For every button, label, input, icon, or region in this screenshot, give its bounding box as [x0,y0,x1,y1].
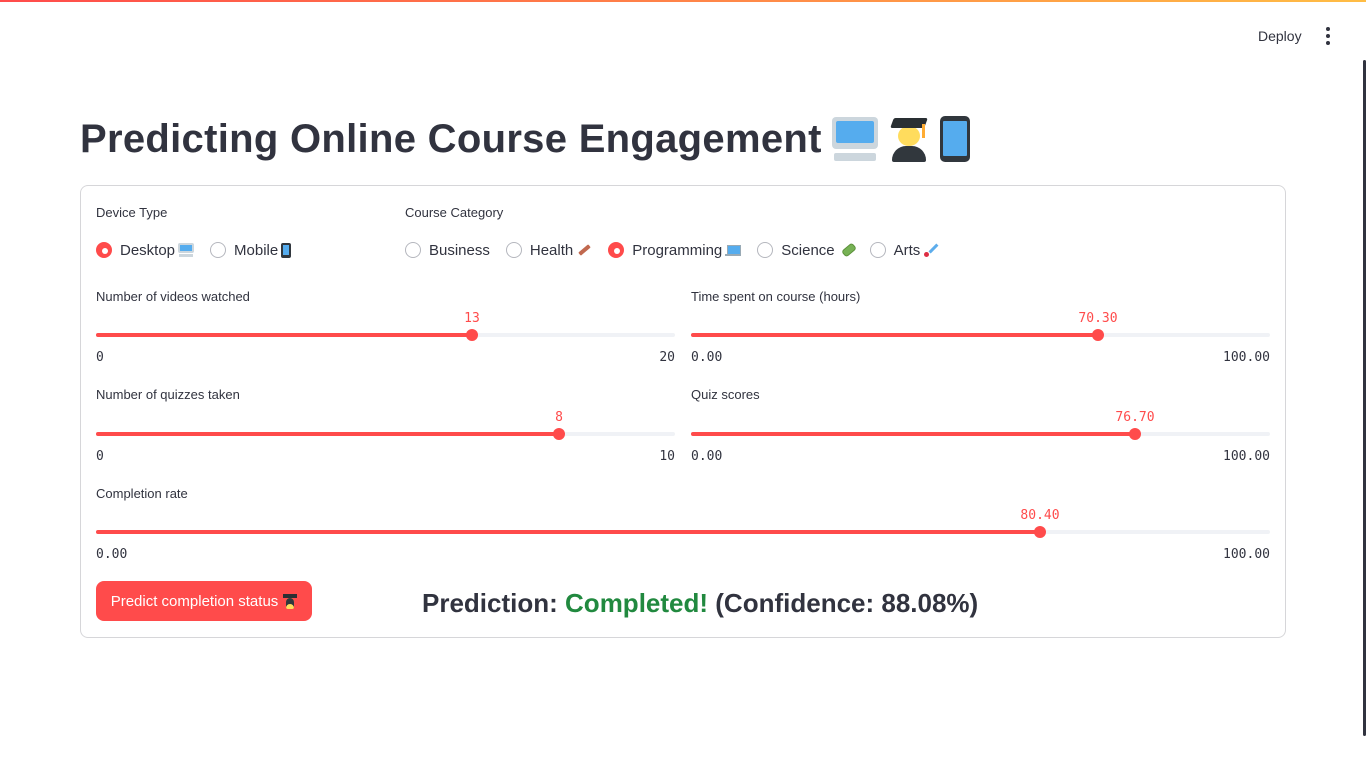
slider-fill [691,333,1098,337]
radio-button[interactable] [505,242,522,258]
prediction-result: Prediction: Completed! (Confidence: 88.0… [422,588,978,619]
slider-min: 0 [96,449,104,464]
laptop-icon [725,244,742,256]
radio-button[interactable] [869,242,886,258]
slider-value: 70.30 [1078,311,1118,326]
mobile-phone-icon [939,116,970,162]
slider-fill [96,530,1040,534]
predict-button-label: Predict completion status [110,592,279,610]
test-tube-icon [838,243,854,257]
radio-button[interactable] [405,242,421,258]
slider-min: 0 [96,350,104,365]
radio-button[interactable] [210,242,227,258]
slider-fill [691,432,1135,436]
device-type-label: Device Type [96,205,168,220]
radio-label: Health [529,241,574,259]
slider-thumb[interactable] [466,329,478,341]
radio-button-selected[interactable] [608,242,625,258]
slider-thumb[interactable] [1034,526,1046,538]
course-category-radio-group: Business Health Programming Science Arts [405,240,955,260]
slider-max: 10 [659,449,675,464]
slider-fill [96,432,559,436]
slider-max: 100.00 [1223,547,1270,562]
slider-thumb[interactable] [553,428,565,440]
paintbrush-icon [923,243,939,257]
prediction-status: Completed! [565,588,709,618]
completion-rate-slider[interactable]: 80.40 0.00 100.00 [96,496,1270,562]
radio-label: Arts [893,241,921,259]
videos-watched-slider[interactable]: 13 0 20 [96,299,675,365]
student-icon [283,593,298,609]
slider-min: 0.00 [691,350,723,365]
student-icon [888,116,930,162]
radio-button-selected[interactable] [96,242,112,258]
page-title: Predicting Online Course Engagement [80,116,822,161]
predict-button[interactable]: Predict completion status [96,581,312,621]
slider-value: 8 [555,410,563,425]
slider-fill [96,333,472,337]
slider-value: 76.70 [1115,410,1155,425]
title-emojis [831,116,970,162]
radio-science[interactable]: Science [757,242,853,259]
radio-label: Business [429,241,490,259]
deploy-button[interactable]: Deploy [1250,26,1310,46]
slider-min: 0.00 [691,449,723,464]
radio-business[interactable]: Business [405,242,490,259]
top-decoration-bar [0,0,1366,2]
radio-label: Desktop [120,241,176,259]
time-spent-slider[interactable]: 70.30 0.00 100.00 [691,299,1270,365]
mobile-phone-icon [281,242,292,258]
kebab-menu-icon[interactable] [1318,26,1338,46]
quizzes-taken-slider[interactable]: 8 0 10 [96,398,675,464]
syringe-icon [576,243,592,257]
desktop-computer-icon [178,243,195,257]
course-category-label: Course Category [405,205,504,220]
radio-label: Programming [632,241,723,259]
slider-value: 80.40 [1020,508,1060,523]
slider-max: 20 [659,350,675,365]
slider-thumb[interactable] [1129,428,1141,440]
slider-min: 0.00 [96,547,128,562]
slider-value: 13 [464,311,480,326]
radio-mobile[interactable]: Mobile [210,241,292,259]
prediction-confidence: (Confidence: 88.08%) [715,588,979,618]
slider-max: 100.00 [1223,449,1270,464]
desktop-computer-icon [831,117,878,161]
radio-label: Mobile [234,241,279,259]
radio-arts[interactable]: Arts [869,241,940,259]
radio-desktop[interactable]: Desktop [96,241,195,259]
prediction-prefix: Prediction: [422,588,558,618]
radio-label: Science [781,241,835,259]
page-title-row: Predicting Online Course Engagement [80,116,970,162]
slider-max: 100.00 [1223,350,1270,365]
device-type-radio-group: Desktop Mobile [96,240,307,260]
slider-thumb[interactable] [1092,329,1104,341]
radio-button[interactable] [757,242,774,258]
radio-health[interactable]: Health [505,241,592,259]
radio-programming[interactable]: Programming [608,241,742,259]
quiz-scores-slider[interactable]: 76.70 0.00 100.00 [691,398,1270,464]
